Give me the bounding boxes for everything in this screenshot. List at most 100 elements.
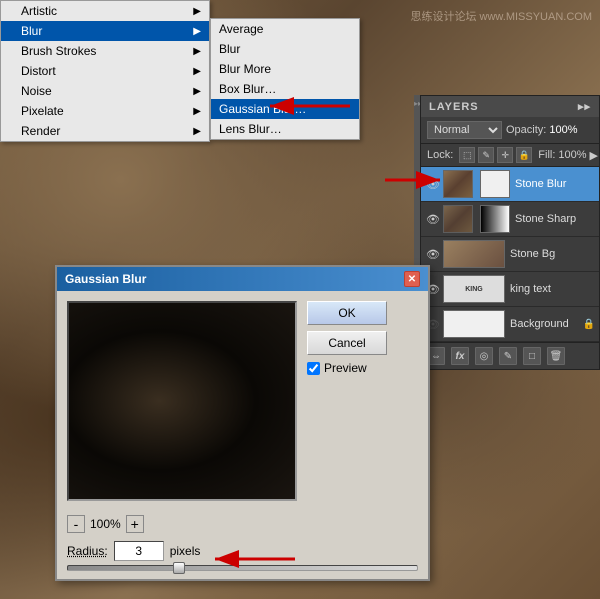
- blur-item-box-blur-label: Box Blur…: [219, 82, 276, 96]
- add-style-button[interactable]: fx: [451, 347, 469, 365]
- preview-content: [69, 303, 295, 499]
- new-layer-button[interactable]: □: [523, 347, 541, 365]
- layers-title: LAYERS: [429, 101, 479, 113]
- blur-item-lens-blur[interactable]: Lens Blur…: [211, 119, 359, 139]
- menu-item-artistic[interactable]: Artistic ▶: [1, 1, 209, 21]
- radius-row: Radius: pixels: [57, 537, 428, 563]
- preview-checkbox[interactable]: [307, 362, 320, 375]
- ok-button[interactable]: OK: [307, 301, 387, 325]
- blur-item-blur-more-label: Blur More: [219, 62, 271, 76]
- layer-item-stone-blur[interactable]: 👁 Stone Blur: [421, 167, 599, 202]
- layer-name-stone-blur: Stone Blur: [515, 178, 595, 190]
- layer-item-stone-bg[interactable]: 👁 Stone Bg: [421, 237, 599, 272]
- preview-checkbox-row: Preview: [307, 361, 407, 375]
- menu-item-pixelate-label: Pixelate: [21, 104, 64, 118]
- lock-row: Lock: ⬚ ✎ ✛ 🔒 Fill: 100% ▶: [421, 144, 599, 167]
- lock-paint-button[interactable]: ✎: [478, 147, 494, 163]
- zoom-controls: - 100% +: [57, 511, 428, 537]
- layer-thumb-background: [443, 310, 505, 338]
- lock-icon: 🔒: [583, 319, 595, 330]
- opacity-control: Opacity: 100%: [506, 124, 578, 136]
- blur-item-blur[interactable]: Blur: [211, 39, 359, 59]
- radius-input[interactable]: [114, 541, 164, 561]
- arrow-icon-render: ▶: [193, 126, 201, 137]
- menu-item-render[interactable]: Render ▶: [1, 121, 209, 141]
- gaussian-blur-dialog: Gaussian Blur ✕ OK Cancel Preview - 100%…: [55, 265, 430, 581]
- layer-eye-stone-sharp[interactable]: 👁: [425, 213, 441, 226]
- lock-all-button[interactable]: 🔒: [516, 147, 532, 163]
- blur-item-lens-blur-label: Lens Blur…: [219, 122, 282, 136]
- slider-row: [57, 563, 428, 579]
- arrow-icon: ▶: [193, 6, 201, 17]
- layer-name-stone-sharp: Stone Sharp: [515, 213, 595, 225]
- close-icon: ✕: [408, 274, 416, 285]
- menu-item-brush-strokes-label: Brush Strokes: [21, 44, 96, 58]
- layer-mask-thumb-stone-sharp: [480, 205, 510, 233]
- fill-label: Fill:: [538, 149, 555, 161]
- blur-item-gaussian-label: Gaussian Blur…: [219, 102, 306, 116]
- preview-label: Preview: [324, 361, 367, 375]
- slider-track[interactable]: [67, 565, 418, 571]
- layer-name-stone-bg: Stone Bg: [510, 248, 595, 260]
- menu-item-pixelate[interactable]: Pixelate ▶: [1, 101, 209, 121]
- opacity-value: 100%: [549, 124, 577, 136]
- layer-name-background: Background: [510, 318, 583, 330]
- layer-item-stone-sharp[interactable]: 👁 Stone Sharp: [421, 202, 599, 237]
- blend-mode-select[interactable]: Normal: [427, 121, 502, 139]
- zoom-in-button[interactable]: +: [126, 515, 144, 533]
- layers-footer: ⇔ fx ◎ ✎ □ 🗑: [421, 342, 599, 369]
- arrow-icon-brush: ▶: [193, 46, 201, 57]
- opacity-label: Opacity:: [506, 124, 546, 136]
- layers-header: LAYERS ▸▸: [421, 96, 599, 117]
- menu-item-noise-label: Noise: [21, 84, 52, 98]
- blur-submenu: Average Blur Blur More Box Blur… Gaussia…: [210, 18, 360, 140]
- dialog-title: Gaussian Blur: [65, 272, 146, 286]
- layers-blend-controls: Normal Opacity: 100%: [421, 117, 599, 144]
- radius-unit: pixels: [170, 544, 201, 558]
- layers-panel: LAYERS ▸▸ Normal Opacity: 100% Lock: ⬚ ✎…: [420, 95, 600, 370]
- menu-item-blur[interactable]: Blur ▶: [1, 21, 209, 41]
- menu-item-distort[interactable]: Distort ▶: [1, 61, 209, 81]
- arrow-icon-blur: ▶: [193, 26, 201, 37]
- layer-mask-thumb-stone-blur: [480, 170, 510, 198]
- menu-item-render-label: Render: [21, 124, 60, 138]
- preview-area[interactable]: [67, 301, 297, 501]
- lock-transparent-button[interactable]: ⬚: [459, 147, 475, 163]
- lock-label: Lock:: [427, 149, 453, 161]
- blur-item-box-blur[interactable]: Box Blur…: [211, 79, 359, 99]
- lock-icons: ⬚ ✎ ✛ 🔒: [459, 147, 532, 163]
- layer-item-background[interactable]: 👁 Background 🔒: [421, 307, 599, 342]
- fill-control: Fill: 100% ▶: [538, 149, 598, 162]
- dialog-titlebar: Gaussian Blur ✕: [57, 267, 428, 291]
- blur-item-blur-label: Blur: [219, 42, 240, 56]
- slider-thumb[interactable]: [173, 562, 185, 574]
- menu-item-artistic-label: Artistic: [21, 4, 57, 18]
- fill-arrow[interactable]: ▶: [590, 149, 598, 162]
- blur-item-average[interactable]: Average: [211, 19, 359, 39]
- adjustment-layer-button[interactable]: ✎: [499, 347, 517, 365]
- zoom-out-button[interactable]: -: [67, 515, 85, 533]
- menu-item-blur-label: Blur: [21, 24, 42, 38]
- layer-thumb-stone-bg: [443, 240, 505, 268]
- arrow-icon-noise: ▶: [193, 86, 201, 97]
- menu-item-noise[interactable]: Noise ▶: [1, 81, 209, 101]
- cancel-button[interactable]: Cancel: [307, 331, 387, 355]
- menu-item-brush-strokes[interactable]: Brush Strokes ▶: [1, 41, 209, 61]
- lock-move-button[interactable]: ✛: [497, 147, 513, 163]
- dialog-close-button[interactable]: ✕: [404, 271, 420, 287]
- layer-thumb-stone-blur: [443, 170, 473, 198]
- layer-thumb-stone-sharp: [443, 205, 473, 233]
- layer-item-king-text[interactable]: 👁 KING king text: [421, 272, 599, 307]
- dialog-controls: OK Cancel Preview: [307, 301, 407, 501]
- layer-eye-stone-bg[interactable]: 👁: [425, 248, 441, 261]
- watermark: 思练设计论坛 www.MISSYUAN.COM: [410, 8, 592, 24]
- layer-eye-stone-blur[interactable]: 👁: [425, 178, 441, 191]
- arrow-icon-pixelate: ▶: [193, 106, 201, 117]
- layers-collapse-icon[interactable]: ▸▸: [578, 100, 591, 113]
- delete-layer-button[interactable]: 🗑: [547, 347, 565, 365]
- zoom-level: 100%: [90, 517, 121, 531]
- add-mask-button[interactable]: ◎: [475, 347, 493, 365]
- arrow-icon-distort: ▶: [193, 66, 201, 77]
- blur-item-gaussian[interactable]: Gaussian Blur…: [211, 99, 359, 119]
- blur-item-blur-more[interactable]: Blur More: [211, 59, 359, 79]
